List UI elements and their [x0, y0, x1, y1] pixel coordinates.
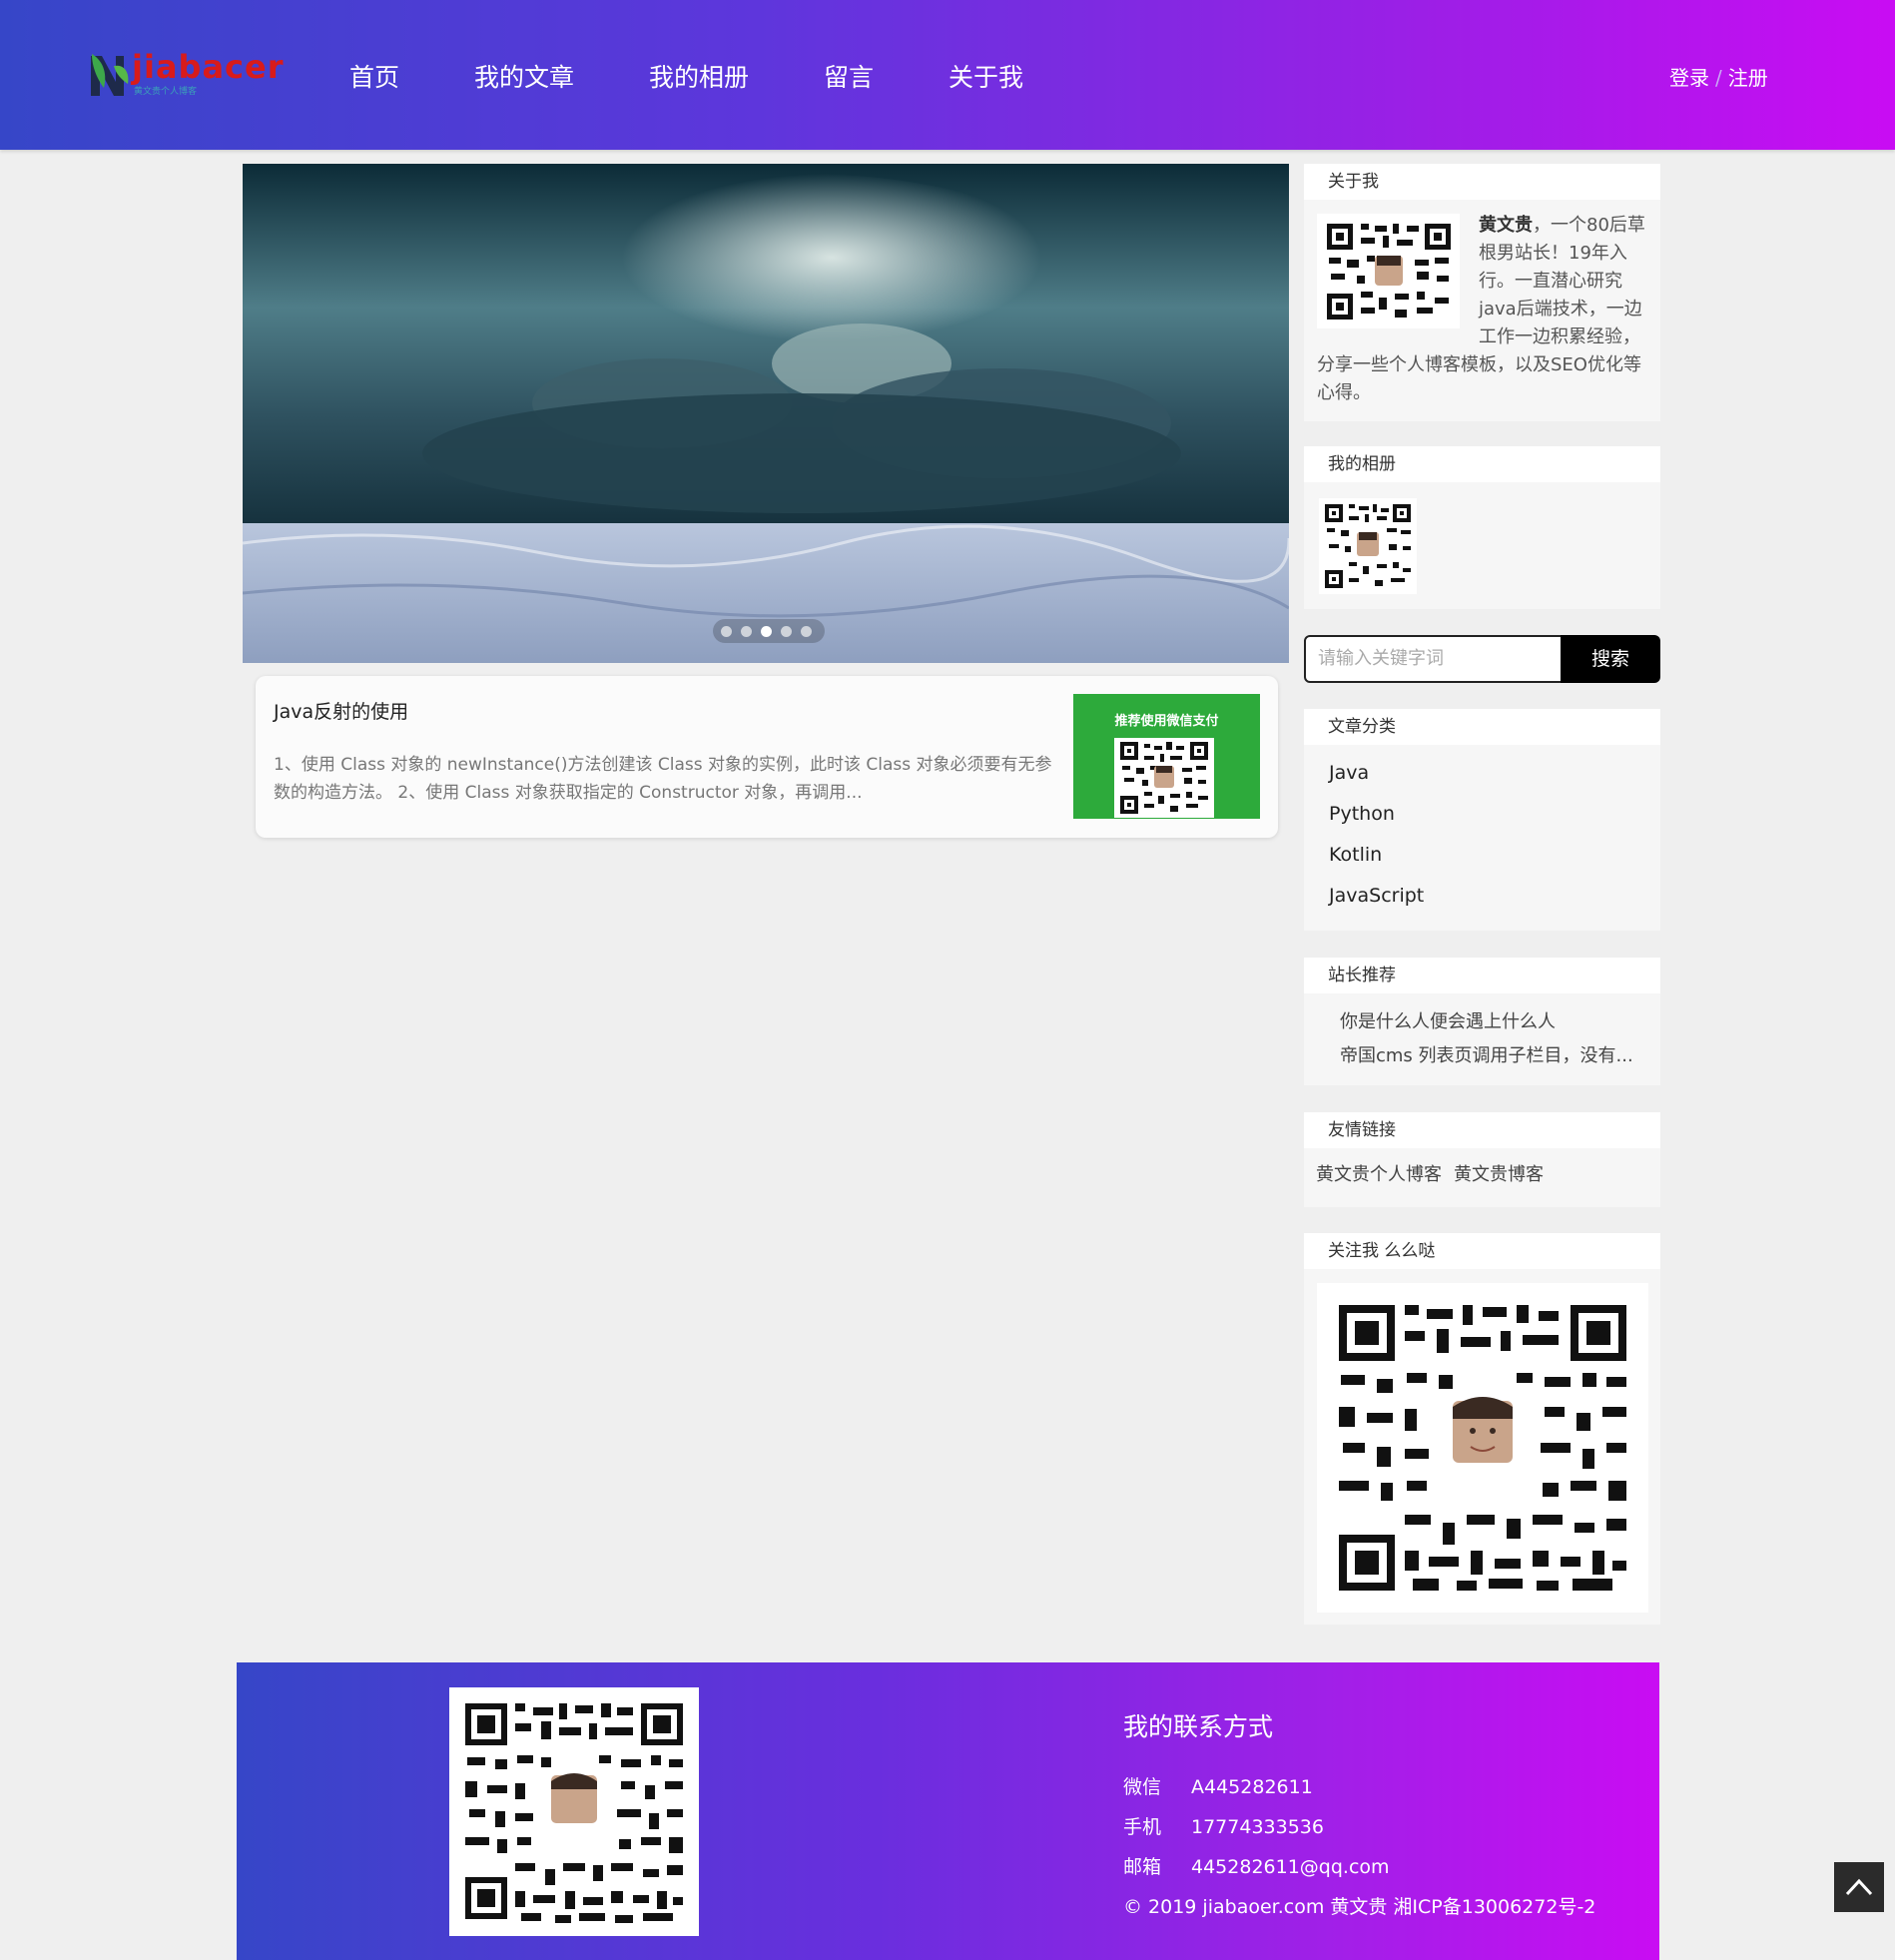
copyright-text: © 2019 jiabaoer.com 黄文贵 湘ICP备13006272号-2	[1123, 1896, 1596, 1918]
search-input[interactable]: 请输入关键字词	[1304, 635, 1575, 683]
contact-email: 邮箱 445282611@qq.com	[1123, 1847, 1595, 1887]
contact-info: 我的联系方式 微信 A445282611 手机 17774333536 邮箱 4452…	[1123, 1707, 1595, 1927]
follow-widget-title: 关注我 么么哒	[1304, 1233, 1660, 1269]
chevron-up-icon	[1845, 1878, 1873, 1896]
carousel-dot[interactable]	[801, 626, 812, 637]
recommend-item[interactable]: 你是什么人便会遇上什么人	[1340, 1005, 1660, 1039]
carousel-dot[interactable]	[721, 626, 732, 637]
wechat-pay-box: 推荐使用微信支付	[1073, 694, 1260, 819]
back-to-top-button[interactable]	[1834, 1862, 1884, 1912]
footer-qr-icon	[449, 1687, 699, 1936]
contact-label: 手机	[1123, 1816, 1162, 1838]
contact-label: 微信	[1123, 1776, 1162, 1798]
category-item-kotlin[interactable]: Kotlin	[1329, 835, 1660, 876]
category-item-java[interactable]: Java	[1329, 753, 1660, 794]
category-list: Java Python Kotlin JavaScript	[1304, 745, 1660, 917]
nav-about[interactable]: 关于我	[948, 58, 1023, 94]
login-link[interactable]: 登录	[1669, 66, 1709, 90]
follow-qr-icon	[1317, 1283, 1648, 1613]
contact-wechat: 微信 A445282611	[1123, 1767, 1595, 1807]
category-item-javascript[interactable]: JavaScript	[1329, 876, 1660, 917]
search-bar: 请输入关键字词 搜索	[1304, 635, 1660, 683]
recommend-widget: 站长推荐 你是什么人便会遇上什么人 帝国cms 列表页调用子栏目，没有...	[1304, 958, 1660, 1085]
album-qr-icon[interactable]	[1319, 498, 1417, 594]
auth-separator: /	[1715, 66, 1722, 90]
logo-text: jiabacer	[132, 48, 285, 86]
album-widget-title: 我的相册	[1304, 446, 1660, 482]
categories-widget-title: 文章分类	[1304, 709, 1660, 745]
logo-leaf-icon	[91, 54, 129, 96]
album-widget: 我的相册	[1304, 446, 1660, 609]
about-widget-title: 关于我	[1304, 164, 1660, 200]
post-title[interactable]: Java反射的使用	[274, 697, 408, 724]
site-logo[interactable]: jiabacer 黄文贵个人博客	[88, 46, 283, 104]
nav-album[interactable]: 我的相册	[649, 58, 749, 94]
recommend-item[interactable]: 帝国cms 列表页调用子栏目，没有...	[1340, 1039, 1660, 1073]
contact-phone: 手机 17774333536	[1123, 1807, 1595, 1847]
recommend-list: 你是什么人便会遇上什么人 帝国cms 列表页调用子栏目，没有...	[1304, 993, 1660, 1073]
post-summary: 1、使用 Class 对象的 newInstance()方法创建该 Class …	[274, 755, 1052, 803]
friend-link[interactable]: 黄文贵博客	[1454, 1164, 1544, 1185]
auth-links: 登录 / 注册	[1669, 62, 1768, 91]
about-widget: 关于我 黄文贵，一个80后草根男站长！19年入行。一直潜心研究java后端技术，…	[1304, 164, 1660, 421]
site-footer: 我的联系方式 微信 A445282611 手机 17774333536 邮箱 4452…	[237, 1662, 1659, 1960]
about-name: 黄文贵	[1479, 215, 1533, 236]
friend-links-list: 黄文贵个人博客 黄文贵博客	[1304, 1148, 1660, 1186]
contact-label: 邮箱	[1123, 1856, 1162, 1878]
logo-subtitle: 黄文贵个人博客	[134, 87, 198, 97]
wechat-pay-qr-icon	[1114, 738, 1214, 818]
banner-carousel[interactable]	[243, 164, 1289, 663]
nav-guestbook[interactable]: 留言	[824, 58, 874, 94]
banner-image	[243, 164, 1289, 663]
wechat-pay-label: 推荐使用微信支付	[1114, 714, 1219, 729]
carousel-dot[interactable]	[741, 626, 752, 637]
friend-link[interactable]: 黄文贵个人博客	[1316, 1164, 1442, 1185]
nav-home[interactable]: 首页	[349, 58, 399, 94]
contact-title: 我的联系方式	[1123, 1712, 1274, 1741]
contact-value[interactable]: 445282611@qq.com	[1191, 1856, 1390, 1878]
carousel-dot[interactable]	[781, 626, 792, 637]
contact-value: 17774333536	[1191, 1816, 1324, 1838]
categories-widget: 文章分类 Java Python Kotlin JavaScript	[1304, 709, 1660, 931]
friend-links-widget-title: 友情链接	[1304, 1112, 1660, 1148]
carousel-indicators	[713, 619, 825, 643]
post-card[interactable]: Java反射的使用 1、使用 Class 对象的 newInstance()方法…	[256, 676, 1278, 838]
category-item-python[interactable]: Python	[1329, 794, 1660, 835]
follow-widget: 关注我 么么哒	[1304, 1233, 1660, 1625]
search-button[interactable]: 搜索	[1561, 635, 1660, 683]
carousel-dot-active[interactable]	[761, 626, 772, 637]
recommend-widget-title: 站长推荐	[1304, 958, 1660, 993]
friend-links-widget: 友情链接 黄文贵个人博客 黄文贵博客	[1304, 1112, 1660, 1207]
about-qr-icon	[1317, 214, 1460, 328]
nav-articles[interactable]: 我的文章	[474, 58, 574, 94]
site-header: jiabacer 黄文贵个人博客 首页 我的文章 我的相册 留言 关于我 登录 /…	[0, 0, 1895, 150]
register-link[interactable]: 注册	[1728, 66, 1768, 90]
contact-value: A445282611	[1191, 1776, 1313, 1798]
